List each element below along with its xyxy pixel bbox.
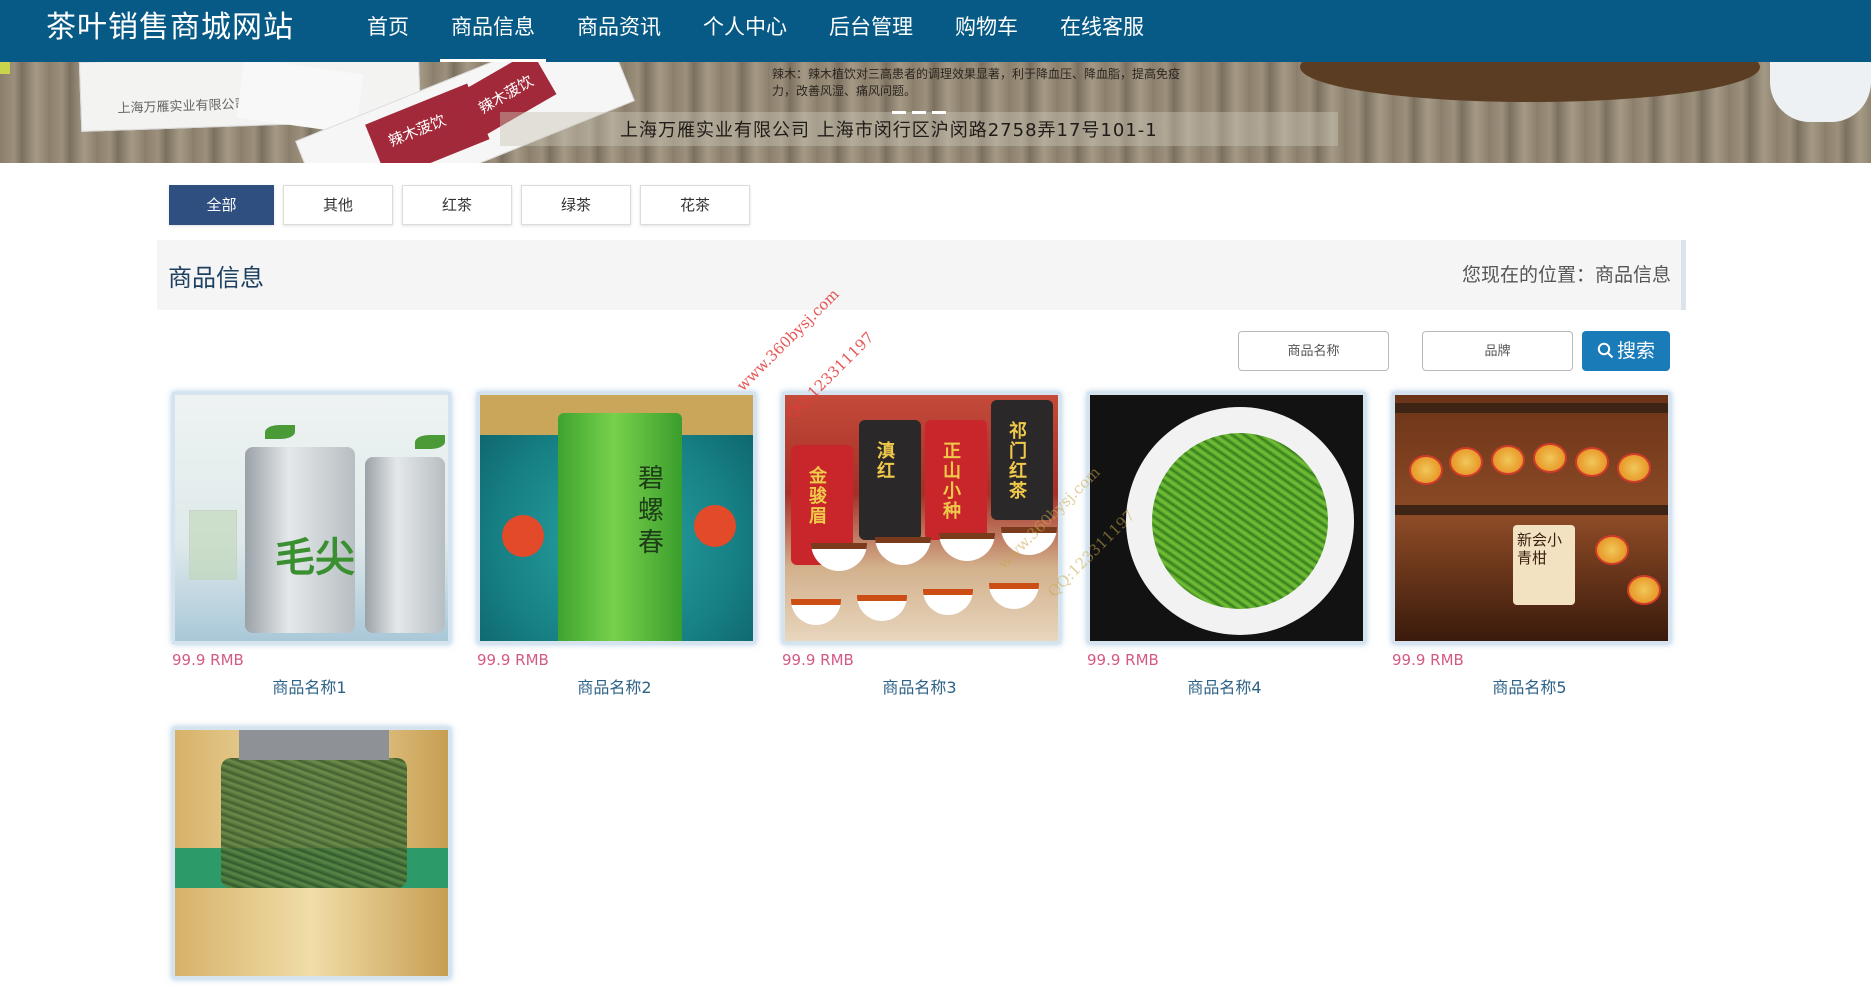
category-flower-tea[interactable]: 花茶 xyxy=(640,185,750,225)
product-name[interactable]: 商品名称3 xyxy=(782,674,1057,698)
citrus-tea xyxy=(1627,575,1661,605)
product-name[interactable]: 商品名称4 xyxy=(1087,674,1362,698)
nav-admin[interactable]: 后台管理 xyxy=(818,0,924,62)
product-name[interactable]: 商品名称1 xyxy=(172,674,447,698)
tea-cup xyxy=(989,583,1039,609)
tea-can: 祁门红茶 xyxy=(991,400,1053,520)
tea-glass xyxy=(189,510,237,580)
product-image[interactable]: 新会小青柑 xyxy=(1392,392,1671,644)
product-price: 99.9 RMB xyxy=(782,651,854,669)
tea-can xyxy=(365,457,445,633)
banner-company-text: 上海万雁实业有限公司 xyxy=(117,97,248,117)
orb-decoration xyxy=(694,505,736,547)
product-card[interactable] xyxy=(172,727,455,986)
tea-cup xyxy=(791,599,841,625)
product-card[interactable]: 毛尖 99.9 RMB 商品名称1 xyxy=(172,392,455,698)
carousel-indicators xyxy=(892,111,946,114)
carousel-dot-1[interactable] xyxy=(892,111,906,114)
tea-bowl xyxy=(811,543,867,571)
leaf-decoration xyxy=(415,435,445,449)
category-black-tea[interactable]: 红茶 xyxy=(402,185,512,225)
can-label: 碧螺春 xyxy=(638,464,665,558)
banner-cup-image xyxy=(1770,62,1871,122)
tea-cup xyxy=(857,595,907,621)
can-label: 金骏眉 xyxy=(809,466,827,527)
glass-jar xyxy=(221,758,407,888)
citrus-tea xyxy=(1449,447,1483,477)
can-label: 祁门红茶 xyxy=(1009,421,1027,502)
banner-description: 辣木：辣木植饮对三高患者的调理效果显著，利于降血压、降血脂，提高免疫力，改善风湿… xyxy=(772,67,1181,98)
can-label: 滇红 xyxy=(877,441,895,482)
leaf-decoration xyxy=(265,425,295,439)
product-price: 99.9 RMB xyxy=(477,651,549,669)
tea-can: 正山小种 xyxy=(925,420,987,540)
nav-products[interactable]: 商品信息 xyxy=(440,0,546,62)
product-image[interactable]: 毛尖 xyxy=(172,392,451,644)
product-price: 99.9 RMB xyxy=(1087,651,1159,669)
page-title: 商品信息 xyxy=(168,264,264,292)
search-icon xyxy=(1597,342,1614,359)
nav-cart[interactable]: 购物车 xyxy=(944,0,1029,62)
barrel-label: 新会小青柑 xyxy=(1513,525,1575,605)
citrus-tea xyxy=(1617,453,1651,483)
category-other[interactable]: 其他 xyxy=(283,185,393,225)
citrus-tea xyxy=(1575,447,1609,477)
banner-edge-decoration xyxy=(0,62,10,74)
search-button-label: 搜索 xyxy=(1616,340,1655,362)
can-label: 毛尖 xyxy=(275,535,355,581)
barrel-band xyxy=(1395,403,1668,413)
nav-profile[interactable]: 个人中心 xyxy=(692,0,798,62)
product-image[interactable]: 碧螺春 xyxy=(477,392,756,644)
tea-cup xyxy=(923,589,973,615)
citrus-tea xyxy=(1409,455,1443,485)
product-image[interactable] xyxy=(172,727,451,979)
orb-decoration xyxy=(502,515,544,557)
citrus-tea xyxy=(1595,535,1629,565)
barrel-band xyxy=(1395,505,1668,515)
nav-home[interactable]: 首页 xyxy=(356,0,420,62)
citrus-tea xyxy=(1491,445,1525,475)
banner-carousel[interactable]: 上海万雁实业有限公司 辣木菠饮 辣木菠饮 辣木：辣木植饮对三高患者的调理效果显著… xyxy=(0,62,1871,163)
product-name[interactable]: 商品名称5 xyxy=(1392,674,1667,698)
product-image[interactable]: 金骏眉 滇红 正山小种 祁门红茶 xyxy=(782,392,1061,644)
product-card[interactable]: 99.9 RMB 商品名称4 xyxy=(1087,392,1370,698)
category-filter: 全部 其他 红茶 绿茶 花茶 xyxy=(169,185,759,225)
product-name[interactable]: 商品名称2 xyxy=(477,674,752,698)
search-button[interactable]: 搜索 xyxy=(1582,331,1670,371)
breadcrumb: 您现在的位置：商品信息 xyxy=(1461,264,1671,286)
jar-lid xyxy=(239,730,389,760)
tea-can: 滇红 xyxy=(859,420,921,540)
tea-bowl xyxy=(939,533,995,561)
main-nav: 首页 商品信息 商品资讯 个人中心 后台管理 购物车 在线客服 xyxy=(356,0,1175,62)
category-all[interactable]: 全部 xyxy=(169,185,274,225)
nav-support[interactable]: 在线客服 xyxy=(1049,0,1155,62)
citrus-tea xyxy=(1533,443,1567,473)
green-tea-leaves xyxy=(1152,433,1328,609)
category-green-tea[interactable]: 绿茶 xyxy=(521,185,631,225)
section-title-bar: 商品信息 您现在的位置：商品信息 xyxy=(157,240,1686,310)
banner-address: 上海万雁实业有限公司 上海市闵行区沪闵路2758弄17号101-1 xyxy=(620,120,1158,141)
nav-news[interactable]: 商品资讯 xyxy=(566,0,672,62)
product-card[interactable]: 碧螺春 99.9 RMB 商品名称2 xyxy=(477,392,760,698)
tea-can: 碧螺春 xyxy=(558,413,682,641)
product-price: 99.9 RMB xyxy=(1392,651,1464,669)
product-name-search-input[interactable] xyxy=(1238,331,1389,371)
carousel-dot-3[interactable] xyxy=(932,111,946,114)
carousel-dot-2[interactable] xyxy=(912,111,926,114)
tea-bowl xyxy=(875,537,931,565)
brand-search-input[interactable] xyxy=(1422,331,1573,371)
can-label: 正山小种 xyxy=(943,441,961,522)
site-title[interactable]: 茶叶销售商城网站 xyxy=(46,8,294,48)
top-header: 茶叶销售商城网站 首页 商品信息 商品资讯 个人中心 后台管理 购物车 在线客服 xyxy=(0,0,1871,62)
product-card[interactable]: 新会小青柑 99.9 RMB 商品名称5 xyxy=(1392,392,1675,698)
banner-bowl-image xyxy=(1300,62,1760,102)
product-price: 99.9 RMB xyxy=(172,651,244,669)
sachet-label-text: 辣木菠饮 xyxy=(385,111,449,151)
